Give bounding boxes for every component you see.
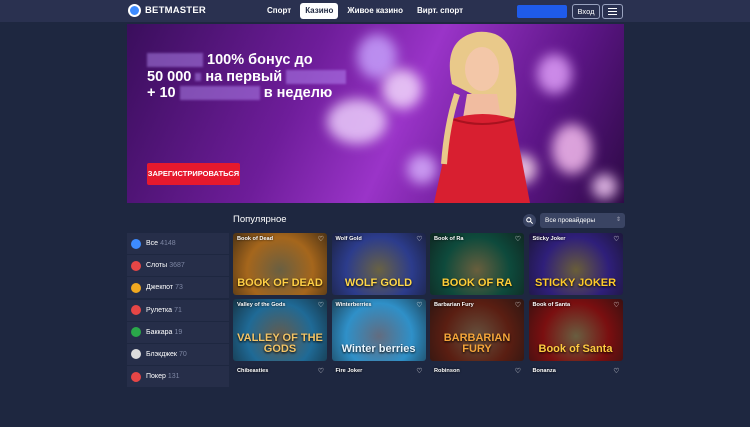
search-button[interactable] <box>523 214 536 227</box>
promo-model-illustration <box>434 31 530 203</box>
game-card[interactable]: Chibeasties ♡ <box>233 365 327 427</box>
sidebar-item-label: Блэкджек 70 <box>146 350 187 358</box>
sidebar-item[interactable]: Рулетка 71 <box>127 299 229 321</box>
game-title: Winterberries <box>335 302 372 308</box>
section-title: Популярное <box>233 214 287 225</box>
favorite-heart-icon[interactable]: ♡ <box>613 235 619 243</box>
favorite-heart-icon[interactable]: ♡ <box>613 301 619 309</box>
game-card[interactable]: Book of Santa ♡ Book of Santa <box>528 299 623 361</box>
register-button[interactable]: ЗАРЕГИСТРИРОВАТЬСЯ <box>147 163 240 185</box>
logo-text: BETMASTER <box>145 5 206 16</box>
game-title: Valley of the Gods <box>237 302 286 308</box>
game-card[interactable]: Bonanza ♡ <box>529 365 623 427</box>
sidebar-item-count: 70 <box>178 350 187 358</box>
sidebar-item-count: 19 <box>174 328 183 336</box>
menu-button[interactable] <box>602 4 623 19</box>
sidebar-item-label: Баккара 19 <box>146 328 183 336</box>
game-card[interactable]: Barbarian Fury ♡ BARBARIAN FURY <box>430 299 524 361</box>
sidebar-item-label: Джекпот 73 <box>146 284 183 292</box>
game-title: Robinson <box>434 368 460 374</box>
sidebar-item-count: 3687 <box>169 262 185 270</box>
favorite-heart-icon[interactable]: ♡ <box>515 301 521 309</box>
game-title: Wolf Gold <box>335 236 362 242</box>
favorite-heart-icon[interactable]: ♡ <box>318 235 324 243</box>
game-logo-art: STICKY JOKER <box>534 277 617 289</box>
category-icon <box>131 260 141 271</box>
category-icon <box>131 327 141 338</box>
game-card[interactable]: Valley of the Gods ♡ VALLEY OF THE GODS <box>233 299 327 361</box>
game-card[interactable]: Book of Dead ♡ BOOK OF DEAD <box>233 233 327 295</box>
category-icon <box>131 305 141 316</box>
brand-logo[interactable]: BETMASTER <box>128 4 206 17</box>
sidebar-item-count: 73 <box>175 284 183 292</box>
sidebar-item-label: Рулетка 71 <box>146 306 182 314</box>
game-title: Bonanza <box>532 368 556 374</box>
game-card[interactable]: Wolf Gold ♡ WOLF GOLD <box>331 233 426 295</box>
sidebar-item-label: Покер 131 <box>146 373 180 381</box>
favorite-heart-icon[interactable]: ♡ <box>318 301 324 309</box>
game-title: Book of Ra <box>434 236 464 242</box>
top-navbar: BETMASTER Спорт Казино Живое казино Вирт… <box>0 0 750 22</box>
sidebar-item[interactable]: Блэкджек 70 <box>127 343 229 365</box>
favorite-heart-icon[interactable]: ♡ <box>515 235 521 243</box>
game-card[interactable]: Sticky Joker ♡ STICKY JOKER <box>528 233 623 295</box>
sidebar-item-label: Слоты 3687 <box>146 262 185 270</box>
chevron-updown-icon: ⇕ <box>615 217 621 223</box>
main-nav: Спорт Казино Живое казино Вирт. спорт <box>262 3 468 19</box>
game-logo-art: Book of Santa <box>538 343 613 355</box>
game-logo-art: Winter berries <box>341 343 416 355</box>
category-icon <box>131 238 141 249</box>
game-title: Sticky Joker <box>532 236 566 242</box>
category-icon <box>131 371 141 382</box>
menu-icon-line <box>608 8 617 9</box>
game-logo-art: BOOK OF DEAD <box>237 277 323 289</box>
game-logo-art: VALLEY OF THE GODS <box>237 332 323 355</box>
game-title: Chibeasties <box>237 368 269 374</box>
game-logo-art: BOOK OF RA <box>441 277 513 289</box>
sidebar-item[interactable]: Баккара 19 <box>127 321 229 343</box>
game-card[interactable]: Winterberries ♡ Winter berries <box>331 299 426 361</box>
providers-select[interactable]: Все провайдеры ⇕ <box>540 213 625 228</box>
category-icon <box>131 282 141 293</box>
login-button[interactable]: Вход <box>572 4 600 19</box>
sidebar-item-label: Все 4148 <box>146 240 176 247</box>
nav-casino[interactable]: Казино <box>300 3 339 19</box>
category-icon <box>131 349 141 360</box>
game-card[interactable]: Fire Joker ♡ <box>332 365 426 427</box>
game-card[interactable]: Robinson ♡ <box>430 365 524 427</box>
logo-icon <box>128 4 141 17</box>
category-sidebar: Все 4148 Слоты 3687 Джекпот 73 Рулетка 71 Баккар… <box>127 233 229 388</box>
game-card[interactable]: Book of Ra ♡ BOOK OF RA <box>430 233 524 295</box>
banner-headline: 100% бонус до 50 000 на первый + 10 в не… <box>147 52 347 102</box>
nav-sport[interactable]: Спорт <box>262 3 296 19</box>
sidebar-item[interactable]: Покер 131 <box>127 366 229 388</box>
game-title: Book of Santa <box>532 302 571 308</box>
game-logo-art: BARBARIAN FURY <box>443 332 511 355</box>
favorite-heart-icon[interactable]: ♡ <box>416 301 422 309</box>
sidebar-item[interactable]: Джекпот 73 <box>127 277 229 299</box>
sidebar-item-count: 71 <box>174 306 182 314</box>
sidebar-item-count: 4148 <box>160 240 176 247</box>
sidebar-item-count: 131 <box>167 373 180 381</box>
game-logo-art: WOLF GOLD <box>344 277 413 289</box>
search-icon <box>526 217 533 224</box>
game-title: Barbarian Fury <box>434 302 474 308</box>
sidebar-item[interactable]: Слоты 3687 <box>127 255 229 277</box>
promo-banner[interactable]: 100% бонус до 50 000 на первый + 10 в не… <box>127 24 624 203</box>
sidebar-item[interactable]: Все 4148 <box>127 233 229 254</box>
nav-live-casino[interactable]: Живое казино <box>342 3 408 19</box>
game-title: Book of Dead <box>237 236 274 242</box>
register-header-button[interactable] <box>517 5 567 18</box>
game-title: Fire Joker <box>335 368 363 374</box>
favorite-heart-icon[interactable]: ♡ <box>416 235 422 243</box>
nav-virtual-sport[interactable]: Вирт. спорт <box>412 3 468 19</box>
